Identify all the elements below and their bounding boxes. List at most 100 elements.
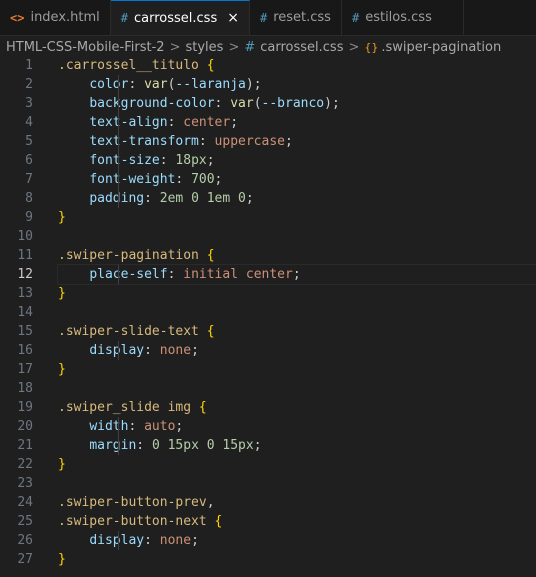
css-file-icon: # xyxy=(120,11,128,25)
code-line[interactable]: 4 text-align: center; xyxy=(0,113,536,132)
code-line[interactable]: 11 .swiper-pagination { xyxy=(0,246,536,265)
line-number: 27 xyxy=(17,552,33,567)
code-token: 2em xyxy=(159,191,184,206)
code-token: font-weight xyxy=(89,172,176,187)
code-token: 1em xyxy=(206,191,231,206)
tab-reset-css[interactable]: # reset.css xyxy=(250,0,342,35)
code-token: ; xyxy=(191,533,199,548)
tab-index-html[interactable]: <> index.html xyxy=(0,0,111,35)
code-token: } xyxy=(58,210,66,225)
code-token: : xyxy=(144,343,160,358)
code-token: ; xyxy=(245,191,254,206)
code-line[interactable]: 6 font-size: 18px; xyxy=(0,151,536,170)
breadcrumb-project[interactable]: HTML-CSS-Mobile-First-2 xyxy=(6,40,165,55)
code-line[interactable]: 10 xyxy=(0,227,536,246)
code-token: } xyxy=(58,457,66,472)
code-line[interactable]: 18 xyxy=(0,379,536,398)
code-token: background-color xyxy=(89,96,215,111)
code-editor[interactable]: 1 .carrossel__titulo {2 color: var(--lara… xyxy=(0,56,536,569)
html-file-icon: <> xyxy=(10,10,25,25)
code-line[interactable]: 27} xyxy=(0,550,536,569)
code-line[interactable]: 9} xyxy=(0,208,536,227)
editor-tab-bar: <> index.html # carrossel.css × # reset.… xyxy=(0,0,536,36)
code-line[interactable]: 26 display: none; xyxy=(0,531,536,550)
breadcrumb-folder[interactable]: styles xyxy=(185,40,223,55)
code-token: : xyxy=(144,533,160,548)
code-token: .carrossel__titulo xyxy=(58,58,199,73)
line-number: 8 xyxy=(25,191,33,206)
code-line[interactable]: 8 padding: 2em 0 1em 0; xyxy=(0,189,536,208)
indent-guide xyxy=(118,189,119,208)
code-text: .carrossel__titulo { xyxy=(58,56,536,75)
code-token: 18px xyxy=(175,153,207,168)
code-token: .swiper-pagination xyxy=(58,248,199,263)
code-token: place-self xyxy=(89,267,168,282)
code-line[interactable]: 22} xyxy=(0,455,536,474)
code-token: --laranja xyxy=(175,77,246,92)
code-line[interactable]: 5 text-transform: uppercase; xyxy=(0,132,536,151)
code-line[interactable]: 20 width: auto; xyxy=(0,417,536,436)
code-token: 15px xyxy=(167,438,199,453)
line-number: 14 xyxy=(17,305,33,320)
code-token: none xyxy=(159,533,192,548)
code-token: font-size xyxy=(89,153,160,168)
tab-estilos-css[interactable]: # estilos.css xyxy=(342,0,464,35)
breadcrumb-file[interactable]: carrossel.css xyxy=(260,40,343,55)
code-token: ; xyxy=(253,438,262,453)
symbol-class-icon: {} xyxy=(364,40,379,54)
code-line[interactable]: 17} xyxy=(0,360,536,379)
code-line[interactable]: 3 background-color: var(--branco); xyxy=(0,94,536,113)
line-number: 23 xyxy=(17,476,33,491)
line-number: 1 xyxy=(25,58,33,73)
code-token: .swiper-button-prev xyxy=(58,495,207,510)
chevron-right-icon: > xyxy=(169,39,181,55)
line-number: 7 xyxy=(25,172,33,187)
code-token: padding xyxy=(89,191,145,206)
code-token: var xyxy=(144,77,168,92)
code-token: center xyxy=(245,267,293,282)
code-line[interactable]: 12 place-self: initial center; xyxy=(0,264,536,285)
code-line[interactable]: 14 xyxy=(0,303,536,322)
tab-carrossel-css[interactable]: # carrossel.css × xyxy=(110,0,250,35)
code-line[interactable]: 23 xyxy=(0,474,536,493)
code-line[interactable]: 7 font-weight: 700; xyxy=(0,170,536,189)
code-token: ); xyxy=(324,96,340,111)
code-token: : xyxy=(136,438,152,453)
line-number: 15 xyxy=(17,324,33,339)
code-token: : xyxy=(198,134,215,149)
code-line[interactable]: 19 .swiper_slide img { xyxy=(0,398,536,417)
code-line[interactable]: 25 .swiper-button-next { xyxy=(0,512,536,531)
code-line[interactable]: 15 .swiper-slide-text { xyxy=(0,322,536,341)
code-token: 0 xyxy=(206,438,215,453)
code-line[interactable]: 24 .swiper-button-prev, xyxy=(0,493,536,512)
tab-label: reset.css xyxy=(273,10,331,25)
code-line[interactable]: 13} xyxy=(0,284,536,303)
code-line[interactable]: 2 color: var(--laranja); xyxy=(0,75,536,94)
code-line[interactable]: 21 margin: 0 15px 0 15px; xyxy=(0,436,536,455)
code-token: var xyxy=(230,96,254,111)
line-number: 9 xyxy=(25,210,33,225)
code-text: padding: 2em 0 1em 0; xyxy=(58,189,536,208)
code-text: .swiper-slide-text { xyxy=(58,322,536,341)
code-text: background-color: var(--branco); xyxy=(58,94,536,113)
line-number: 3 xyxy=(25,96,33,111)
close-icon[interactable]: × xyxy=(227,10,239,26)
line-number: 20 xyxy=(17,419,33,434)
code-token: 700 xyxy=(191,172,215,187)
code-line[interactable]: 16 display: none; xyxy=(0,341,536,360)
breadcrumb-symbol[interactable]: .swiper-pagination xyxy=(381,40,501,55)
line-number: 16 xyxy=(17,343,33,358)
line-number: 21 xyxy=(17,438,33,453)
code-line[interactable]: 1 .carrossel__titulo { xyxy=(0,56,536,75)
code-token: .swiper-button-next xyxy=(58,514,207,529)
code-token: } xyxy=(58,286,66,301)
